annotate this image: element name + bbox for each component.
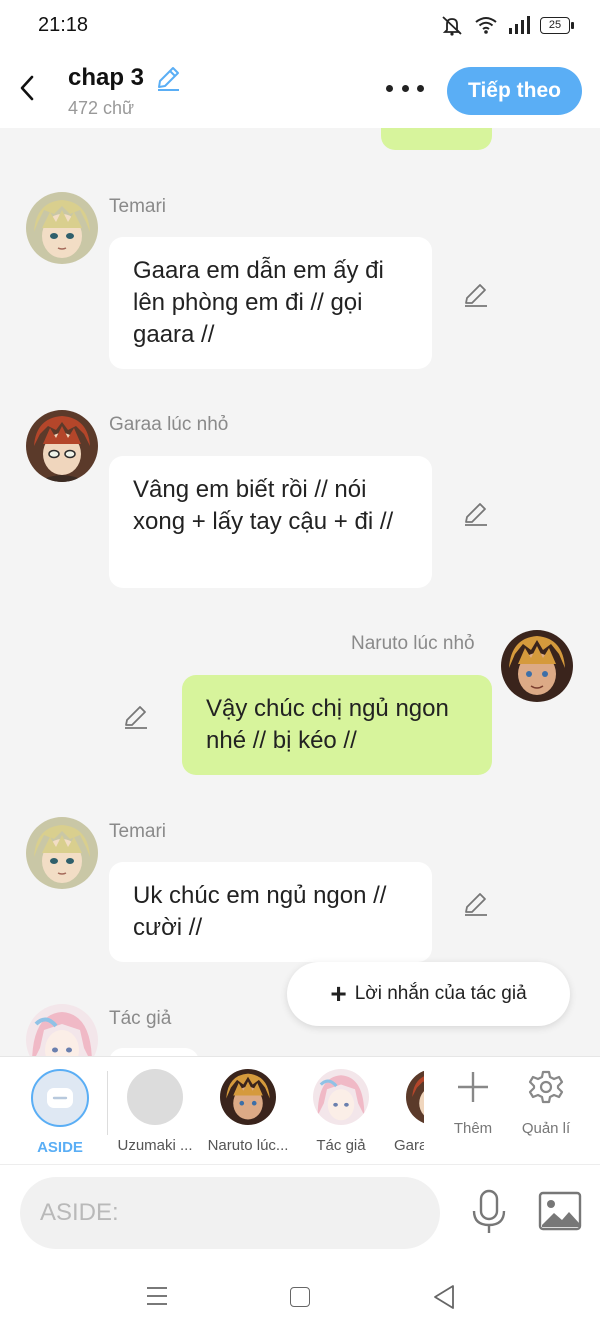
naruto-avatar-image: [501, 630, 573, 702]
message-sender: Tác giả: [109, 1008, 172, 1029]
message-bubble[interactable]: Vâng em biết rồi // nói xong + lấy tay c…: [109, 456, 432, 588]
home-icon[interactable]: [290, 1287, 310, 1307]
menu-icon[interactable]: [146, 1286, 168, 1306]
character-uzumaki[interactable]: Uzumaki ...: [107, 1067, 203, 1154]
garaa-avatar-image: [26, 410, 98, 482]
gara-avatar: [406, 1069, 424, 1125]
page-title[interactable]: chap 3: [68, 64, 144, 92]
status-bar: 21:18 25: [0, 0, 600, 52]
chapter-header: chap 3 472 chữ Tiếp theo: [0, 52, 600, 128]
image-icon[interactable]: [538, 1191, 582, 1231]
more-dot-icon: [401, 84, 409, 92]
edit-title-pencil-icon[interactable]: [154, 64, 182, 92]
word-count: 472 chữ: [68, 98, 135, 118]
mute-icon: [442, 16, 462, 36]
battery-icon: 25: [540, 16, 574, 34]
message-sender: Temari: [109, 821, 167, 842]
character-label: ASIDE: [37, 1139, 83, 1156]
manage-button[interactable]: Quản lí: [511, 1069, 581, 1137]
author-avatar: [313, 1069, 369, 1125]
character-label: Gara: [394, 1137, 424, 1154]
manage-label: Quản lí: [521, 1120, 571, 1137]
character-gara[interactable]: Gara: [386, 1067, 424, 1154]
back-triangle-icon[interactable]: [432, 1284, 456, 1310]
temari-avatar-image: [26, 192, 98, 264]
temari-avatar-image: [26, 817, 98, 889]
add-label: Thêm: [453, 1120, 493, 1137]
chat-area[interactable]: Temari Gaara em dẫn em ấy đi lên phòng e…: [0, 128, 600, 1056]
previous-message-bubble[interactable]: [381, 128, 492, 150]
edit-message-pencil-icon[interactable]: [462, 281, 490, 309]
back-button[interactable]: [12, 70, 42, 106]
plus-icon: [458, 1072, 488, 1102]
character-bar: ASIDE Uzumaki ... Naruto lúc... Tác giả …: [0, 1056, 600, 1164]
avatar-temari[interactable]: [26, 817, 98, 889]
avatar-author[interactable]: [26, 1004, 98, 1056]
message-input[interactable]: [20, 1177, 440, 1249]
gara-avatar-image: [406, 1069, 424, 1125]
chevron-left-icon: [20, 75, 34, 101]
wifi-icon: [475, 17, 497, 34]
character-label: Uzumaki ...: [117, 1137, 193, 1154]
message-bubble[interactable]: Gaara em dẫn em ấy đi lên phòng em đi //…: [109, 237, 432, 369]
aside-bubble-icon: [47, 1088, 73, 1108]
message-sender: Temari: [109, 196, 167, 217]
more-options-button[interactable]: [386, 78, 424, 98]
character-author[interactable]: Tác giả: [293, 1067, 389, 1154]
system-nav-bar: [0, 1260, 600, 1333]
microphone-icon[interactable]: [468, 1189, 510, 1235]
uzumaki-avatar: [127, 1069, 183, 1125]
plus-icon: +: [330, 978, 347, 1009]
more-dot-icon: [386, 84, 393, 92]
status-time: 21:18: [38, 14, 89, 36]
add-character-button[interactable]: Thêm: [438, 1069, 508, 1137]
message-bubble[interactable]: Uk chúc em ngủ ngon // cười //: [109, 862, 432, 962]
message-input-container[interactable]: [20, 1177, 440, 1249]
author-avatar-image: [26, 1004, 98, 1056]
next-button[interactable]: Tiếp theo: [447, 67, 582, 115]
author-note-label: Lời nhắn của tác giả: [354, 983, 527, 1004]
message-bubble[interactable]: [109, 1048, 199, 1056]
message-sender: Naruto lúc nhỏ: [351, 633, 475, 654]
gear-icon: [528, 1070, 564, 1104]
character-label: Naruto lúc...: [207, 1137, 289, 1154]
naruto-avatar-image: [220, 1069, 276, 1125]
status-icons: 25: [440, 14, 574, 36]
aside-avatar: [31, 1069, 89, 1127]
avatar-garaa[interactable]: [26, 410, 98, 482]
character-label: Tác giả: [316, 1137, 366, 1154]
character-naruto[interactable]: Naruto lúc...: [200, 1067, 296, 1154]
naruto-avatar: [220, 1069, 276, 1125]
character-aside[interactable]: ASIDE: [12, 1067, 108, 1156]
battery-level: 25: [548, 19, 562, 31]
avatar-temari[interactable]: [26, 192, 98, 264]
edit-message-pencil-icon[interactable]: [462, 500, 490, 528]
signal-icon: [509, 16, 530, 34]
author-note-button[interactable]: + Lời nhắn của tác giả: [287, 962, 570, 1026]
composer: [0, 1164, 600, 1260]
avatar-naruto[interactable]: [501, 630, 573, 702]
edit-message-pencil-icon[interactable]: [462, 890, 490, 918]
message-bubble-self[interactable]: Vậy chúc chị ngủ ngon nhé // bị kéo //: [182, 675, 492, 775]
message-sender: Garaa lúc nhỏ: [109, 414, 229, 435]
more-dot-icon: [417, 84, 424, 92]
edit-message-pencil-icon[interactable]: [122, 703, 150, 731]
author-avatar-image: [313, 1069, 369, 1125]
